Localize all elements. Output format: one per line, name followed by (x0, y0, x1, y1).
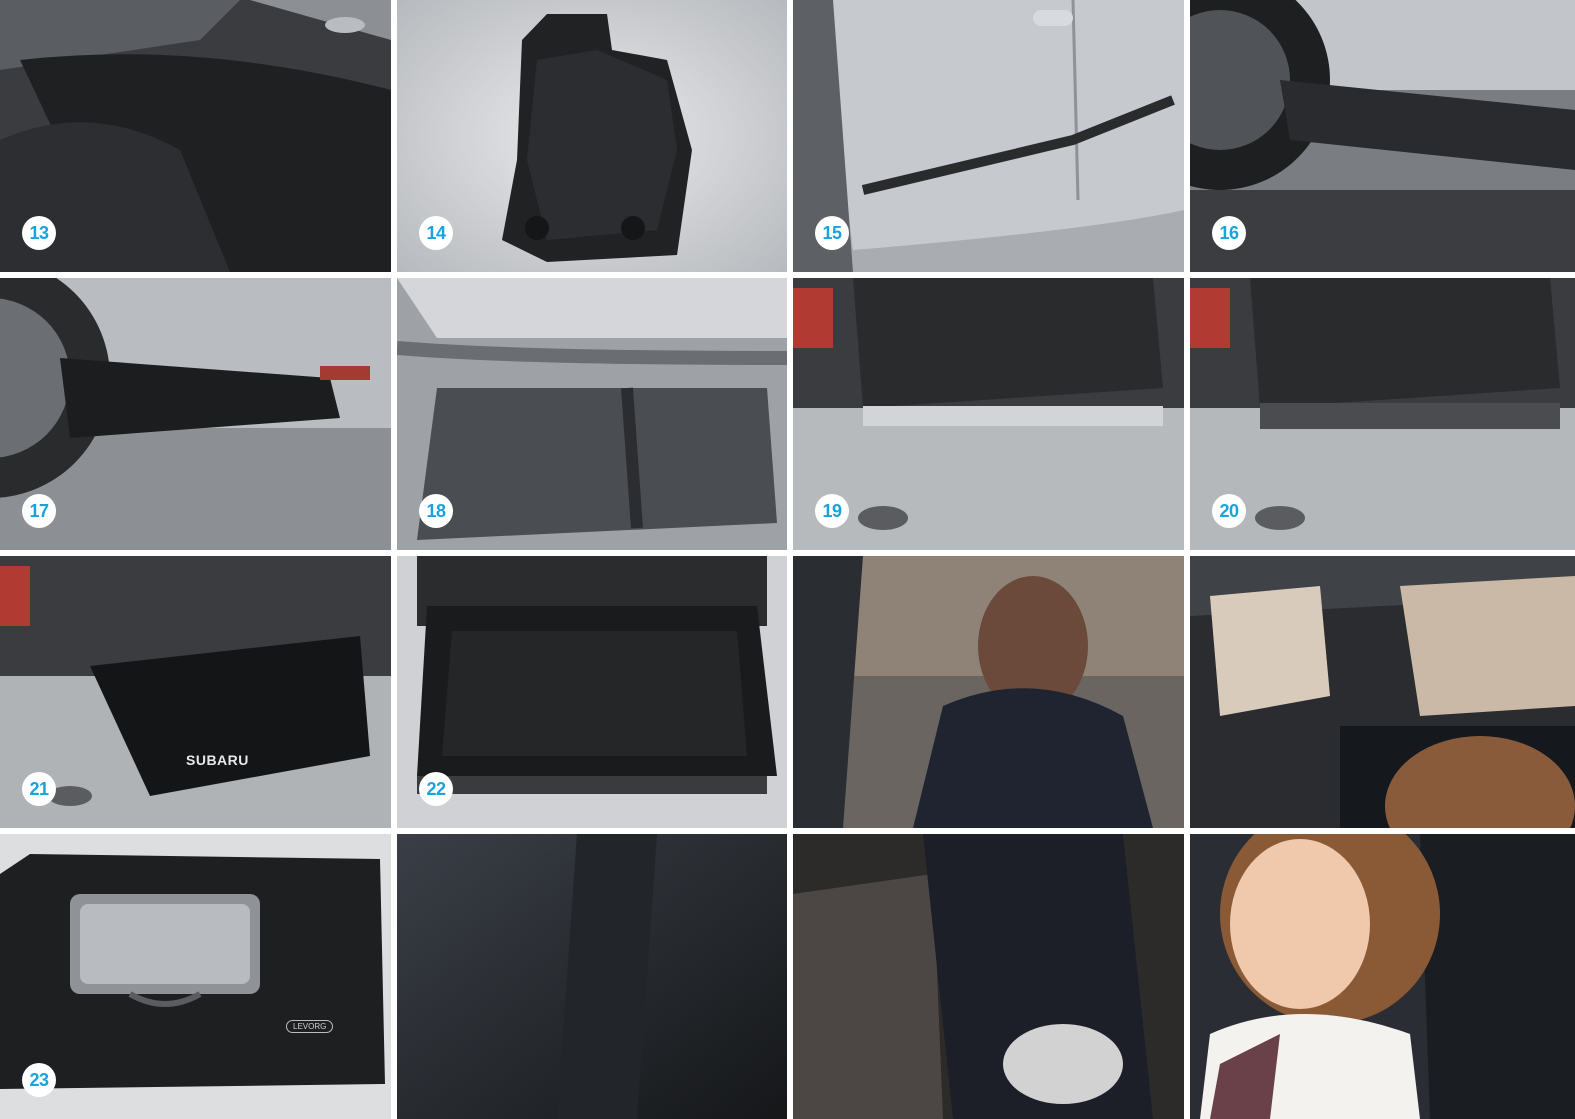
lifestyle-photo-mother-tile (793, 556, 1184, 828)
lifestyle-photo-car-interior-tile (1190, 556, 1575, 828)
item-number-badge: 21 (22, 772, 56, 806)
rear-bumper-step-photo-tile: 20 (1190, 278, 1575, 550)
rubber-floor-mat-photo-tile: 14 (397, 0, 787, 272)
cargo-mat-photo-tile: LEVORG 23 (0, 834, 391, 1119)
item-number-badge: 18 (419, 494, 453, 528)
item-number-badge: 17 (22, 494, 56, 528)
levorg-mat-label: LEVORG (286, 1020, 334, 1033)
lifestyle-photo-girl-tile (1190, 834, 1575, 1119)
subaru-logo-text: SUBARU (186, 752, 249, 768)
floor-mat-photo-tile: 13 (0, 0, 391, 272)
item-number-badge: 16 (1212, 216, 1246, 250)
rear-bumper-protector-photo-tile: 19 (793, 278, 1184, 550)
item-number-badge: 14 (419, 216, 453, 250)
item-number-badge: 22 (419, 772, 453, 806)
side-skirt-photo-tile: 16 (1190, 0, 1575, 272)
weather-shield-photo-tile: 18 (397, 278, 787, 550)
lifestyle-photo-dark-tile (397, 834, 787, 1119)
cargo-tray-photo-tile: 22 (397, 556, 787, 828)
item-number-badge: 13 (22, 216, 56, 250)
mud-flap-photo-tile: 17 (0, 278, 391, 550)
item-number-badge: 19 (815, 494, 849, 528)
side-moulding-photo-tile: 15 (793, 0, 1184, 272)
item-number-badge: 23 (22, 1063, 56, 1097)
item-number-badge: 15 (815, 216, 849, 250)
item-number-badge: 20 (1212, 494, 1246, 528)
bumper-cover-photo-tile: SUBARU 21 (0, 556, 391, 828)
lifestyle-photo-seat-tile (793, 834, 1184, 1119)
